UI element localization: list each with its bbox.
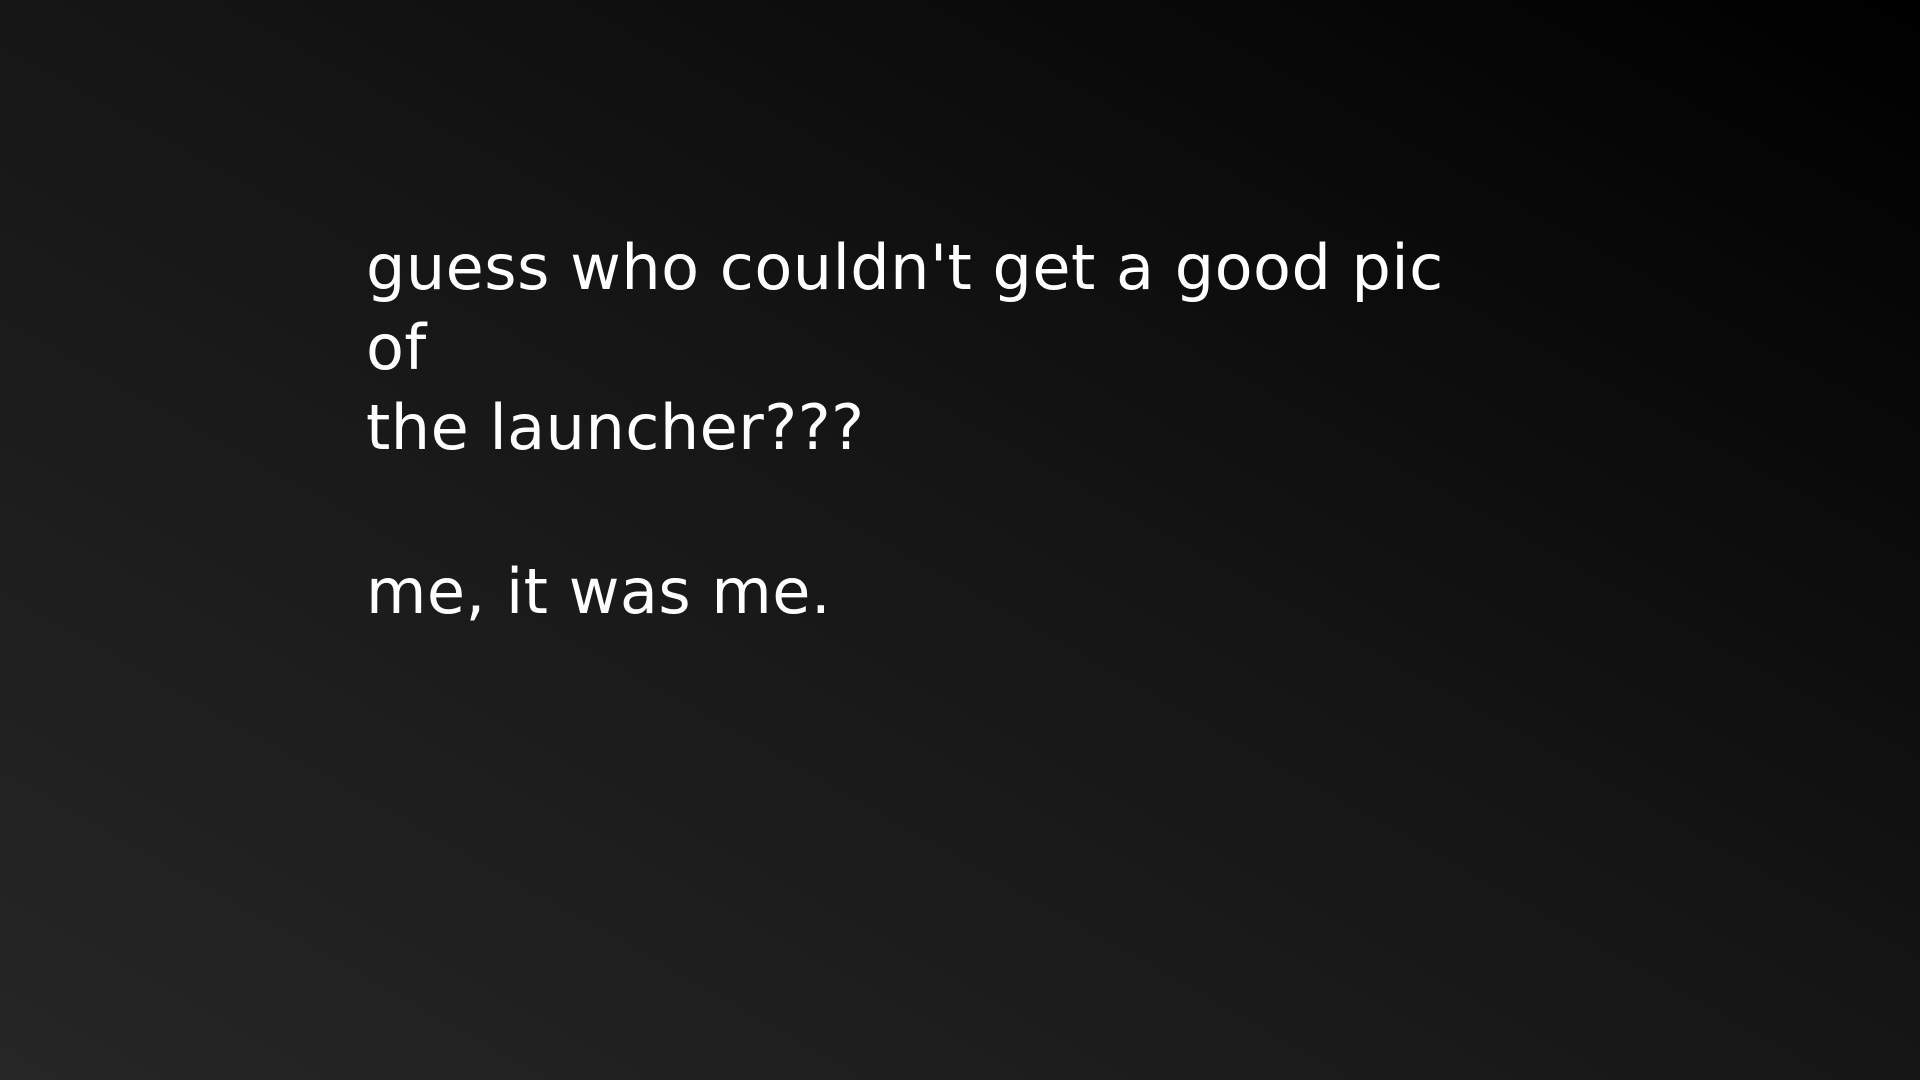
text-line-1: guess who couldn't get a good pic of [366,231,1444,384]
slide-text: guess who couldn't get a good pic of the… [366,228,1506,632]
text-line-2: the launcher??? [366,391,865,464]
text-line-3: me, it was me. [366,555,832,628]
